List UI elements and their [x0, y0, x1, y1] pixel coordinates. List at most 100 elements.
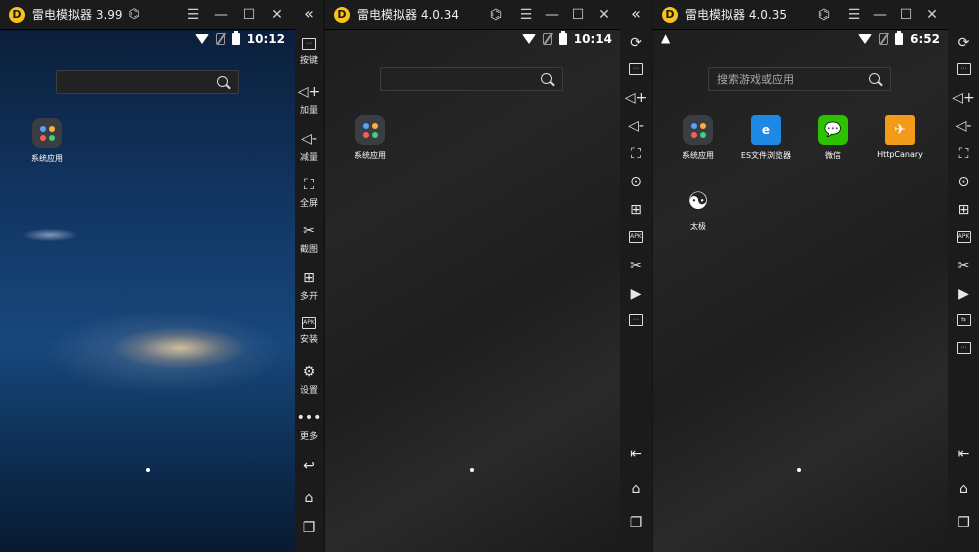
sidebar-item-video[interactable]: ▶ — [948, 286, 979, 302]
page-indicator — [797, 468, 801, 472]
android-screen[interactable]: ▲ 6:52 搜索游戏或应用 系统应用 e ES文件浏览器 💬 微信 ✈ Htt… — [653, 30, 948, 552]
maximize-button[interactable]: ☐ — [236, 0, 262, 30]
sidebar-item-screenshot[interactable]: ✂ — [948, 258, 979, 274]
window-title: 雷电模拟器 4.0.35 — [685, 8, 787, 22]
sidebar-item-volume-up[interactable]: ◁+ — [948, 90, 979, 106]
sidebar-item-volume-down[interactable]: ◁- 减量 — [295, 131, 323, 163]
collapse-button[interactable]: « — [620, 6, 652, 22]
sidebar-item-keymap[interactable]: ⋯ 按键 — [295, 38, 323, 66]
app-label: 系统应用 — [354, 151, 386, 160]
search-bar[interactable] — [56, 70, 239, 94]
status-bar: ▲ 6:52 — [653, 30, 948, 50]
app-logo-icon: D — [662, 6, 678, 23]
title-bar[interactable]: D 雷电模拟器 4.0.34 ⌬ ☰ — ☐ ✕ — [325, 0, 620, 30]
apk-install-icon: APK — [302, 317, 316, 329]
app-system-apps[interactable]: 系统应用 — [663, 115, 733, 161]
android-screen[interactable]: 10:14 系统应用 — [325, 30, 620, 552]
app-label: 微信 — [825, 151, 841, 160]
sidebar-item-multi-open[interactable]: ⊞ 多开 — [295, 270, 323, 302]
sidebar-item-more[interactable]: ⋯ — [948, 342, 979, 354]
title-bar[interactable]: D 雷电模拟器 4.0.35 ⌬ ☰ — ☐ ✕ — [653, 0, 948, 30]
search-bar[interactable] — [380, 67, 563, 91]
battery-icon — [558, 31, 567, 45]
title-bar[interactable]: D 雷电模拟器 3.99 ⌬ ☰ — ☐ ✕ — [0, 0, 295, 30]
nav-recents-button[interactable]: ❐ — [948, 515, 979, 531]
sidebar-item-more[interactable]: ⋯ — [620, 314, 652, 326]
video-icon: ▶ — [958, 286, 969, 302]
sidebar-item-rotate[interactable]: ⟳ — [620, 35, 652, 51]
clock: 10:12 — [246, 32, 285, 46]
sidebar-item-multi-open[interactable]: ⊞ — [620, 202, 652, 218]
close-button[interactable]: ✕ — [919, 0, 945, 30]
gamepad-icon[interactable]: ⌬ — [129, 7, 140, 22]
app-es-file-explorer[interactable]: e ES文件浏览器 — [731, 115, 801, 161]
more-icon: ⋯ — [629, 314, 643, 326]
sidebar-item-rotate[interactable]: ⟳ — [948, 35, 979, 51]
sidebar-item-volume-up[interactable]: ◁+ — [620, 90, 652, 106]
app-wechat[interactable]: 💬 微信 — [798, 115, 868, 161]
sidebar-item-screenshot[interactable]: ✂ 截图 — [295, 223, 323, 255]
menu-icon[interactable]: ☰ — [841, 0, 867, 30]
recents-icon: ❐ — [302, 520, 316, 536]
app-httpcanary[interactable]: ✈ HttpCanary — [865, 115, 935, 159]
sidebar-item-install[interactable]: APK — [620, 231, 652, 243]
clock: 10:14 — [573, 32, 612, 46]
app-system-apps[interactable]: 系统应用 — [12, 118, 82, 164]
nav-back-button[interactable]: ⇤ — [948, 446, 979, 462]
app-taichi[interactable]: ☯ 太极 — [663, 186, 733, 232]
back-icon: ⇤ — [957, 446, 970, 462]
gamepad-icon[interactable]: ⌬ — [811, 0, 837, 30]
search-icon — [217, 76, 228, 87]
sidebar-item-fullscreen[interactable]: ⛶ 全屏 — [295, 177, 323, 209]
maximize-button[interactable]: ☐ — [893, 0, 919, 30]
nav-home-button[interactable]: ⌂ — [295, 490, 323, 506]
scissors-icon: ✂ — [630, 258, 642, 274]
minimize-button[interactable]: — — [208, 0, 234, 30]
emulator-window-2: D 雷电模拟器 4.0.34 ⌬ ☰ — ☐ ✕ 10:14 系统应用 — [325, 0, 652, 552]
sidebar-item-record[interactable]: ⊙ — [620, 174, 652, 190]
sidebar-item-fullscreen[interactable]: ⛶ — [948, 146, 979, 162]
sidebar-item-settings[interactable]: ⚙ 设置 — [295, 364, 323, 396]
sidebar-item-keymap[interactable]: ⋯ — [948, 63, 979, 75]
nav-recents-button[interactable]: ❐ — [295, 520, 323, 536]
sidebar-item-volume-down[interactable]: ◁- — [948, 118, 979, 134]
sidebar-item-volume-down[interactable]: ◁- — [620, 118, 652, 134]
sidebar-item-fullscreen[interactable]: ⛶ — [620, 146, 652, 162]
nav-back-button[interactable]: ↩ — [295, 458, 323, 474]
wifi-icon — [521, 34, 536, 44]
page-indicator — [146, 468, 150, 472]
sidebar-item-screenshot[interactable]: ✂ — [620, 258, 652, 274]
sidebar-item-video[interactable]: ▶ — [620, 286, 652, 302]
sidebar-item-multi-open[interactable]: ⊞ — [948, 202, 979, 218]
app-system-apps[interactable]: 系统应用 — [335, 115, 405, 161]
gamepad-icon[interactable]: ⌬ — [483, 0, 509, 30]
sidebar-item-volume-up[interactable]: ◁+ 加量 — [295, 84, 323, 116]
maximize-button[interactable]: ☐ — [565, 0, 591, 30]
nav-home-button[interactable]: ⌂ — [948, 481, 979, 497]
volume-up-icon: ◁+ — [297, 84, 321, 100]
collapse-button[interactable]: « — [295, 6, 323, 22]
apk-install-icon: APK — [956, 231, 971, 243]
sidebar-item-sync[interactable]: ⇆ — [948, 314, 979, 326]
close-button[interactable]: ✕ — [264, 0, 290, 30]
menu-icon[interactable]: ☰ — [513, 0, 539, 30]
minimize-button[interactable]: — — [867, 0, 893, 30]
nav-home-button[interactable]: ⌂ — [620, 481, 652, 497]
nav-back-button[interactable]: ⇤ — [620, 446, 652, 462]
menu-icon[interactable]: ☰ — [180, 0, 206, 30]
clock: 6:52 — [910, 32, 940, 46]
sidebar-item-keymap[interactable]: ⋯ — [620, 63, 652, 75]
nav-recents-button[interactable]: ❐ — [620, 515, 652, 531]
window-title: 雷电模拟器 4.0.34 — [357, 8, 459, 22]
android-screen[interactable]: 10:12 系统应用 — [0, 30, 295, 552]
search-bar[interactable]: 搜索游戏或应用 — [708, 67, 891, 91]
sidebar-item-more[interactable]: ••• 更多 — [295, 410, 323, 442]
sidebar-item-install[interactable]: APK 安装 — [295, 317, 323, 345]
keyboard-icon: ⋯ — [302, 38, 316, 50]
minimize-button[interactable]: — — [539, 0, 565, 30]
close-button[interactable]: ✕ — [591, 0, 617, 30]
rotate-icon: ⟳ — [957, 35, 970, 51]
sidebar-item-record[interactable]: ⊙ — [948, 174, 979, 190]
system-apps-icon — [683, 115, 713, 145]
sidebar-item-install[interactable]: APK — [948, 231, 979, 243]
